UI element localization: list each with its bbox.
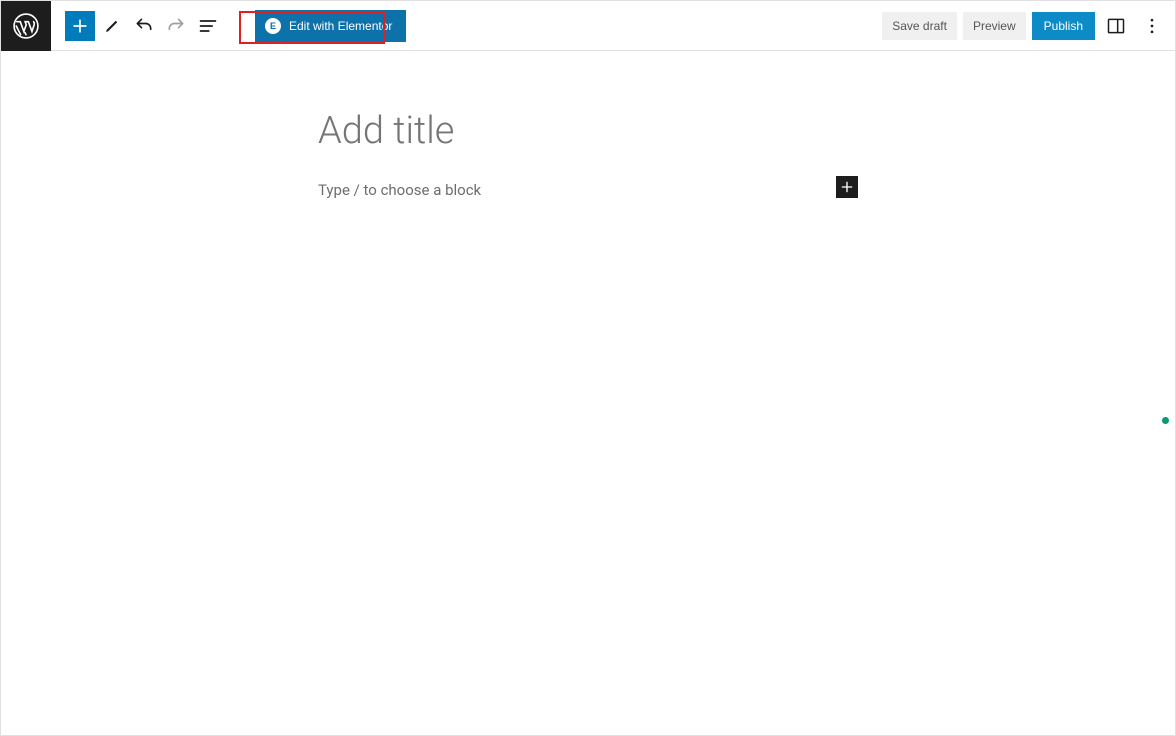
more-options-button[interactable] bbox=[1137, 11, 1167, 41]
add-block-button[interactable] bbox=[65, 11, 95, 41]
edit-with-elementor-button[interactable]: E Edit with Elementor bbox=[255, 10, 406, 42]
pencil-icon bbox=[103, 17, 121, 35]
document-overview-button[interactable] bbox=[193, 11, 223, 41]
redo-icon bbox=[166, 16, 186, 36]
editor-content: Type / to choose a block bbox=[318, 109, 858, 199]
plus-icon bbox=[839, 179, 855, 195]
wordpress-icon bbox=[13, 13, 39, 39]
sidebar-panel-icon bbox=[1106, 16, 1126, 36]
toolbar-right-group: Save draft Preview Publish bbox=[882, 11, 1167, 41]
more-vertical-icon bbox=[1142, 16, 1162, 36]
plus-icon bbox=[70, 16, 90, 36]
toolbar-left-group: E Edit with Elementor bbox=[65, 10, 406, 42]
editor-canvas: Type / to choose a block bbox=[1, 51, 1175, 199]
preview-button[interactable]: Preview bbox=[963, 12, 1026, 40]
undo-button[interactable] bbox=[129, 11, 159, 41]
status-indicator-dot bbox=[1162, 417, 1169, 424]
settings-panel-toggle[interactable] bbox=[1101, 11, 1131, 41]
elementor-button-label: Edit with Elementor bbox=[289, 19, 392, 33]
editor-toolbar: E Edit with Elementor Save draft Preview… bbox=[1, 1, 1175, 51]
list-icon bbox=[198, 16, 218, 36]
undo-icon bbox=[134, 16, 154, 36]
block-prompt-text[interactable]: Type / to choose a block bbox=[318, 181, 858, 199]
publish-button[interactable]: Publish bbox=[1032, 12, 1095, 40]
elementor-icon: E bbox=[265, 18, 281, 34]
save-draft-button[interactable]: Save draft bbox=[882, 12, 957, 40]
wordpress-logo-button[interactable] bbox=[1, 1, 51, 51]
post-title-input[interactable] bbox=[318, 109, 858, 153]
redo-button[interactable] bbox=[161, 11, 191, 41]
inline-add-block-button[interactable] bbox=[836, 176, 858, 198]
edit-mode-button[interactable] bbox=[97, 11, 127, 41]
